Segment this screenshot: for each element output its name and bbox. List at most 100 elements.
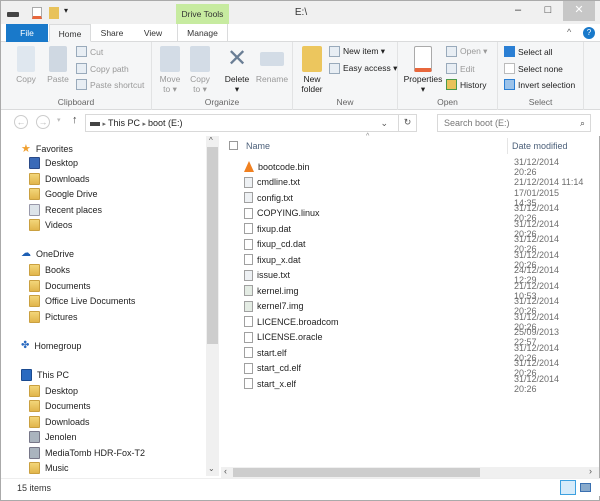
scroll-left-icon[interactable]: ‹ [224, 466, 227, 476]
minimize-button[interactable]: – [503, 1, 533, 21]
text-file-icon [244, 176, 253, 188]
file-row[interactable]: LICENSE.oracle 25/09/2013 22:57 [244, 327, 584, 347]
nav-pc-desktop[interactable]: Desktop [29, 385, 78, 397]
scroll-right-icon[interactable]: › [589, 466, 592, 476]
close-button[interactable]: ✕ [563, 1, 595, 21]
file-name: kernel7.img [257, 301, 304, 311]
new-item-button[interactable]: New item ▾ [329, 46, 385, 57]
back-button[interactable]: ← [14, 115, 28, 129]
delete-button[interactable]: ✕ Delete ▾ [220, 46, 254, 95]
file-row[interactable]: start.elf 31/12/2014 20:26 [244, 343, 584, 363]
copy-path-icon [76, 63, 87, 74]
status-bar: 15 items [1, 478, 600, 496]
nav-homegroup[interactable]: ✤ Homegroup [21, 340, 81, 351]
history-button[interactable]: History [446, 79, 486, 90]
nav-onedrive-pictures[interactable]: Pictures [29, 311, 78, 323]
file-row[interactable]: cmdline.txt 21/12/2014 11:14 [244, 176, 584, 188]
file-row[interactable]: COPYING.linux 31/12/2014 20:26 [244, 203, 584, 223]
breadcrumb-this-pc[interactable]: This PC [108, 118, 140, 128]
file-date-modified: 31/12/2014 20:26 [514, 373, 560, 394]
nav-favorites-recent-places[interactable]: Recent places [29, 204, 102, 216]
paste-button[interactable]: Paste [43, 46, 73, 84]
nav-favorites-videos[interactable]: Videos [29, 219, 72, 231]
file-icon [244, 362, 253, 374]
nav-onedrive-documents[interactable]: Documents [29, 280, 91, 292]
file-row[interactable]: fixup.dat 31/12/2014 20:26 [244, 219, 584, 239]
tab-home[interactable]: Home [49, 24, 91, 42]
nav-pc-mediatomb[interactable]: MediaTomb HDR-Fox-T2 [29, 447, 145, 459]
file-row[interactable]: kernel.img 21/12/2014 10:53 [244, 281, 584, 301]
refresh-icon[interactable]: ↻ [398, 114, 416, 132]
nav-onedrive-books[interactable]: Books [29, 264, 70, 276]
file-row[interactable]: start_x.elf 31/12/2014 20:26 [244, 374, 584, 394]
address-bar-row: ← → ▾ ↑ ▸ This PC ▸ boot (E:) ⌄ ↻ Search… [1, 110, 600, 136]
scroll-up-icon[interactable]: ^ [209, 136, 213, 145]
nav-pc-music[interactable]: Music [29, 462, 69, 474]
maximize-button[interactable]: □ [533, 1, 563, 21]
file-row[interactable]: kernel7.img 31/12/2014 20:26 [244, 296, 584, 316]
edit-button[interactable]: Edit [446, 63, 475, 74]
tab-share[interactable]: Share [93, 24, 131, 42]
nav-pc-documents[interactable]: Documents [29, 400, 91, 412]
nav-label: Documents [45, 281, 91, 291]
copy-button[interactable]: Copy [11, 46, 41, 84]
select-all-checkbox[interactable] [229, 141, 238, 150]
copy-path-label: Copy path [90, 63, 129, 74]
column-header-name[interactable]: Name [246, 141, 270, 151]
nav-favorites[interactable]: ★ Favorites [21, 142, 73, 155]
image-file-icon [244, 300, 253, 312]
open-button[interactable]: Open ▾ [446, 46, 487, 57]
file-row[interactable]: fixup_x.dat 31/12/2014 20:26 [244, 250, 584, 270]
large-icons-view-button[interactable] [580, 483, 591, 492]
address-dropdown-icon[interactable]: ⌄ [380, 115, 388, 131]
file-row[interactable]: config.txt 17/01/2015 14:35 [244, 188, 584, 208]
up-button[interactable]: ↑ [72, 114, 78, 126]
nav-favorites-downloads[interactable]: Downloads [29, 173, 90, 185]
column-divider[interactable] [507, 138, 508, 154]
nav-pc-downloads[interactable]: Downloads [29, 416, 90, 428]
file-row[interactable]: fixup_cd.dat 31/12/2014 20:26 [244, 234, 584, 254]
column-header-date-modified[interactable]: Date modified [512, 141, 568, 151]
horizontal-scroll-thumb[interactable] [233, 468, 480, 477]
file-row[interactable]: LICENCE.broadcom 31/12/2014 20:26 [244, 312, 584, 332]
cut-button[interactable]: Cut [76, 46, 103, 57]
forward-button[interactable]: → [36, 115, 50, 129]
details-view-button[interactable] [560, 480, 576, 495]
properties-label: Properties [403, 74, 443, 84]
nav-pc-jenolen[interactable]: Jenolen [29, 431, 77, 443]
select-all-button[interactable]: Select all [504, 46, 553, 57]
nav-onedrive[interactable]: ☁ OneDrive [21, 248, 74, 259]
nav-onedrive-office-live[interactable]: Office Live Documents [29, 295, 135, 307]
help-icon[interactable]: ? [583, 27, 595, 39]
recent-locations-icon[interactable]: ▾ [57, 116, 61, 124]
file-row[interactable]: start_cd.elf 31/12/2014 20:26 [244, 358, 584, 378]
file-name: fixup_cd.dat [257, 239, 306, 249]
paste-shortcut-button[interactable]: Paste shortcut [76, 79, 144, 90]
select-none-button[interactable]: Select none [504, 63, 563, 74]
nav-favorites-google-drive[interactable]: Google Drive [29, 188, 98, 200]
tab-manage[interactable]: Manage [177, 24, 228, 42]
easy-access-button[interactable]: Easy access ▾ [329, 63, 397, 74]
minimize-ribbon-icon[interactable]: ^ [567, 27, 571, 37]
invert-selection-button[interactable]: Invert selection [504, 79, 575, 90]
nav-favorites-desktop[interactable]: Desktop [29, 157, 78, 169]
file-icon [244, 207, 253, 219]
nav-scroll-thumb[interactable] [207, 147, 218, 344]
address-field[interactable]: ▸ This PC ▸ boot (E:) ⌄ ↻ [85, 114, 417, 132]
new-folder-button[interactable]: New folder [297, 46, 327, 94]
cut-label: Cut [90, 46, 104, 57]
nav-this-pc[interactable]: This PC [21, 369, 69, 381]
rename-button[interactable]: Rename [254, 46, 290, 84]
file-row[interactable]: bootcode.bin 31/12/2014 20:26 [244, 157, 584, 177]
properties-button[interactable]: Properties ▾ [402, 46, 444, 94]
copy-path-button[interactable]: Copy path [76, 63, 129, 74]
scroll-down-icon[interactable]: ⌄ [208, 464, 215, 473]
file-row[interactable]: issue.txt 24/12/2014 12:29 [244, 265, 584, 285]
breadcrumb-boot[interactable]: boot (E:) [148, 118, 183, 128]
homegroup-icon: ✤ [21, 340, 30, 351]
tab-file[interactable]: File [6, 24, 48, 42]
copy-to-button[interactable]: Copy to ▾ [186, 46, 214, 94]
move-to-button[interactable]: Move to ▾ [156, 46, 184, 94]
search-input[interactable]: Search boot (E:) ⌕ [437, 114, 591, 132]
tab-view[interactable]: View [134, 24, 172, 42]
